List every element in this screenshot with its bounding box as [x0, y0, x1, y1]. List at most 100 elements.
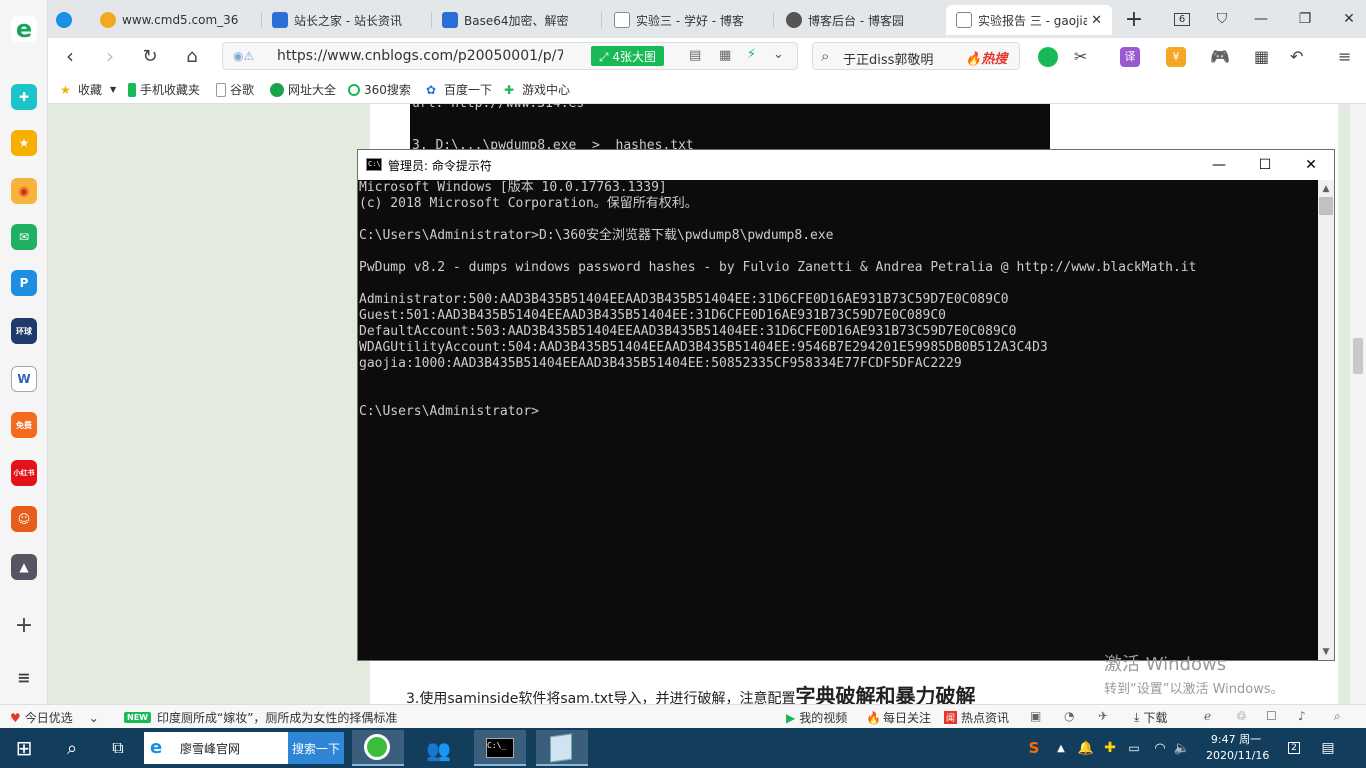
favorites-star-icon[interactable]: ★	[11, 130, 37, 156]
image-icon[interactable]: ▣	[1030, 709, 1041, 723]
url-text[interactable]: https://www.cnblogs.com/p20050001/p/7645…	[277, 48, 563, 64]
game-app-icon[interactable]: ▲	[11, 554, 37, 580]
cmd-scrollbar[interactable]: ▲ ▼	[1318, 180, 1334, 660]
taskbar-360-browser[interactable]	[352, 730, 404, 766]
hot-news-link[interactable]: 闻热点资讯	[944, 709, 1009, 726]
news-app-icon[interactable]: 环球	[11, 318, 37, 344]
taskbar-notepad[interactable]	[536, 730, 588, 766]
translate-icon[interactable]: 译	[1120, 47, 1140, 67]
speed-bolt-icon[interactable]: ⚡	[747, 47, 756, 62]
forward-icon[interactable]: ›	[96, 42, 124, 70]
tab-count-badge[interactable]: 6	[1169, 6, 1195, 32]
medical-cross-icon[interactable]: ✚	[11, 84, 37, 110]
red-app-icon[interactable]: 小红书	[11, 460, 37, 486]
hot-search-label[interactable]: 🔥热搜	[965, 48, 1007, 67]
refresh-icon[interactable]: ↻	[136, 42, 164, 70]
taskbar-search-icon[interactable]: ⌕	[56, 728, 88, 768]
scissors-icon[interactable]: ✂	[1074, 47, 1094, 67]
tab-blog-admin[interactable]: 博客后台 - 博客园	[776, 5, 942, 35]
close-tab-icon[interactable]: ✕	[1091, 13, 1102, 28]
scroll-down-icon[interactable]: ▼	[1318, 643, 1334, 660]
free-novel-icon[interactable]: 免费	[11, 412, 37, 438]
360-guard-icon[interactable]: ✚	[1100, 728, 1120, 768]
sogou-ime-icon[interactable]: S	[1022, 728, 1046, 768]
bookmark-baidu[interactable]: ✿ 百度一下	[426, 81, 492, 98]
rocket-icon[interactable]: ✈	[1098, 709, 1108, 723]
page-scrollbar-thumb[interactable]	[1353, 338, 1363, 374]
game-character-icon[interactable]: ☺	[11, 506, 37, 532]
chat-icon[interactable]	[1038, 47, 1058, 67]
menu-list-icon[interactable]: ≡	[11, 664, 37, 690]
restore-icon[interactable]: ❐	[1292, 6, 1318, 32]
command-prompt-window[interactable]: C:\ 管理员: 命令提示符 — ☐ ✕ Microsoft Windows […	[357, 149, 1335, 661]
reader-mode-icon[interactable]: ▤	[689, 48, 701, 63]
page-scrollbar[interactable]	[1350, 104, 1366, 704]
battery-icon[interactable]: ▭	[1124, 728, 1144, 768]
tab-lab3[interactable]: 实验三 - 学好 - 博客	[604, 5, 770, 35]
cmd-minimize-button[interactable]: —	[1196, 150, 1242, 180]
wifi-icon[interactable]: ◠	[1150, 728, 1170, 768]
windows-start-icon[interactable]: ⊞	[8, 728, 40, 768]
taskbar-search-button[interactable]: 搜索一下	[288, 732, 344, 764]
notification-center-icon[interactable]: ▤	[1316, 728, 1340, 768]
apps-grid-icon[interactable]: ▦	[1254, 47, 1274, 67]
cmd-maximize-button[interactable]: ☐	[1242, 150, 1288, 180]
my-video-link[interactable]: ▶ 我的视频	[786, 709, 847, 726]
bookmark-game-center[interactable]: ✚ 游戏中心	[504, 81, 570, 98]
mail-icon[interactable]: ✉	[11, 224, 37, 250]
tab-base64[interactable]: Base64加密、解密	[432, 5, 598, 35]
ie-logo-icon[interactable]: e	[11, 15, 37, 43]
bookmark-google[interactable]: 谷歌	[216, 81, 254, 98]
gamepad-icon[interactable]: 🎮	[1210, 47, 1230, 67]
minimize-icon[interactable]: —	[1248, 6, 1274, 32]
speed-icon[interactable]: ◔	[1064, 709, 1074, 723]
cmd-close-button[interactable]: ✕	[1288, 150, 1334, 180]
speaker-icon[interactable]: 🔈	[1172, 728, 1192, 768]
tab-lab-report[interactable]: 实验报告 三 - gaojia ✕	[946, 5, 1112, 35]
grid-icon[interactable]: ▦	[719, 48, 731, 63]
scroll-up-icon[interactable]: ▲	[1318, 180, 1334, 197]
new-tab-icon[interactable]: +	[1121, 6, 1147, 32]
skin-shirt-icon[interactable]: ⛉	[1209, 6, 1235, 32]
back-icon[interactable]: ‹	[56, 42, 84, 70]
home-icon[interactable]: ⌂	[178, 42, 206, 70]
ime-count-badge[interactable]: 2	[1286, 728, 1302, 768]
taskbar-users-app[interactable]: 👥	[412, 730, 464, 766]
bell-icon[interactable]: 🔔	[1076, 728, 1096, 768]
taskbar-search-input[interactable]: e 廖雪峰官网	[144, 732, 288, 764]
tab-cmd5[interactable]: www.cmd5.com_36	[90, 5, 258, 35]
coupon-icon[interactable]: ¥	[1166, 47, 1186, 67]
menu-icon[interactable]: ≡	[1338, 47, 1358, 67]
news-ticker[interactable]: NEW 印度厕所成“嫁妆”，厕所成为女性的择偶标准	[124, 709, 397, 726]
zoom-icon[interactable]: ⌕	[1334, 709, 1341, 724]
close-icon[interactable]: ✕	[1336, 6, 1362, 32]
tab-chinaz[interactable]: 站长之家 - 站长资讯	[262, 5, 428, 35]
cmd-title-bar[interactable]: C:\ 管理员: 命令提示符 — ☐ ✕	[358, 150, 1334, 180]
bookmark-mobile[interactable]: 手机收藏夹	[128, 81, 200, 98]
search-box[interactable]: ⌕ 于正diss郭敬明 🔥热搜	[812, 42, 1020, 70]
chevron-down-icon[interactable]: ⌄	[773, 47, 784, 62]
add-icon[interactable]: +	[11, 612, 37, 638]
search-query[interactable]: 于正diss郭敬明	[843, 49, 933, 68]
bookmark-favorites[interactable]: ★ 收藏 ▼	[60, 81, 116, 98]
p-app-icon[interactable]: P	[11, 270, 37, 296]
word-doc-icon[interactable]: W	[11, 366, 37, 392]
today-picks[interactable]: ♥ 今日优选 ⌄	[10, 709, 99, 726]
tray-expand-icon[interactable]: ▲	[1052, 728, 1070, 768]
address-bar[interactable]: ◉⚠ https://www.cnblogs.com/p20050001/p/7…	[222, 42, 798, 70]
undo-icon[interactable]: ↶	[1290, 47, 1310, 67]
daily-focus-link[interactable]: 🔥 每日关注	[866, 709, 931, 726]
image-gallery-badge[interactable]: ⤢ 4张大图	[591, 46, 665, 66]
window-icon[interactable]: ☐	[1266, 709, 1277, 723]
volume-icon[interactable]: ♪	[1298, 709, 1306, 723]
task-view-icon[interactable]: ⧉	[102, 728, 134, 768]
download-link[interactable]: ⤓ 下载	[1134, 709, 1167, 726]
trash-icon[interactable]: ♲	[1236, 709, 1247, 723]
ie-compat-icon[interactable]: ℯ	[1204, 709, 1211, 723]
weibo-icon[interactable]: ◉	[11, 178, 37, 204]
tab-navigation[interactable]	[50, 5, 86, 35]
bookmark-site-directory[interactable]: 网址大全	[270, 81, 336, 98]
cmd-scrollbar-thumb[interactable]	[1319, 197, 1333, 215]
taskbar-cmd[interactable]: C:\_	[474, 730, 526, 766]
cmd-console-output[interactable]: Microsoft Windows [版本 10.0.17763.1339] (c…	[358, 180, 1318, 660]
